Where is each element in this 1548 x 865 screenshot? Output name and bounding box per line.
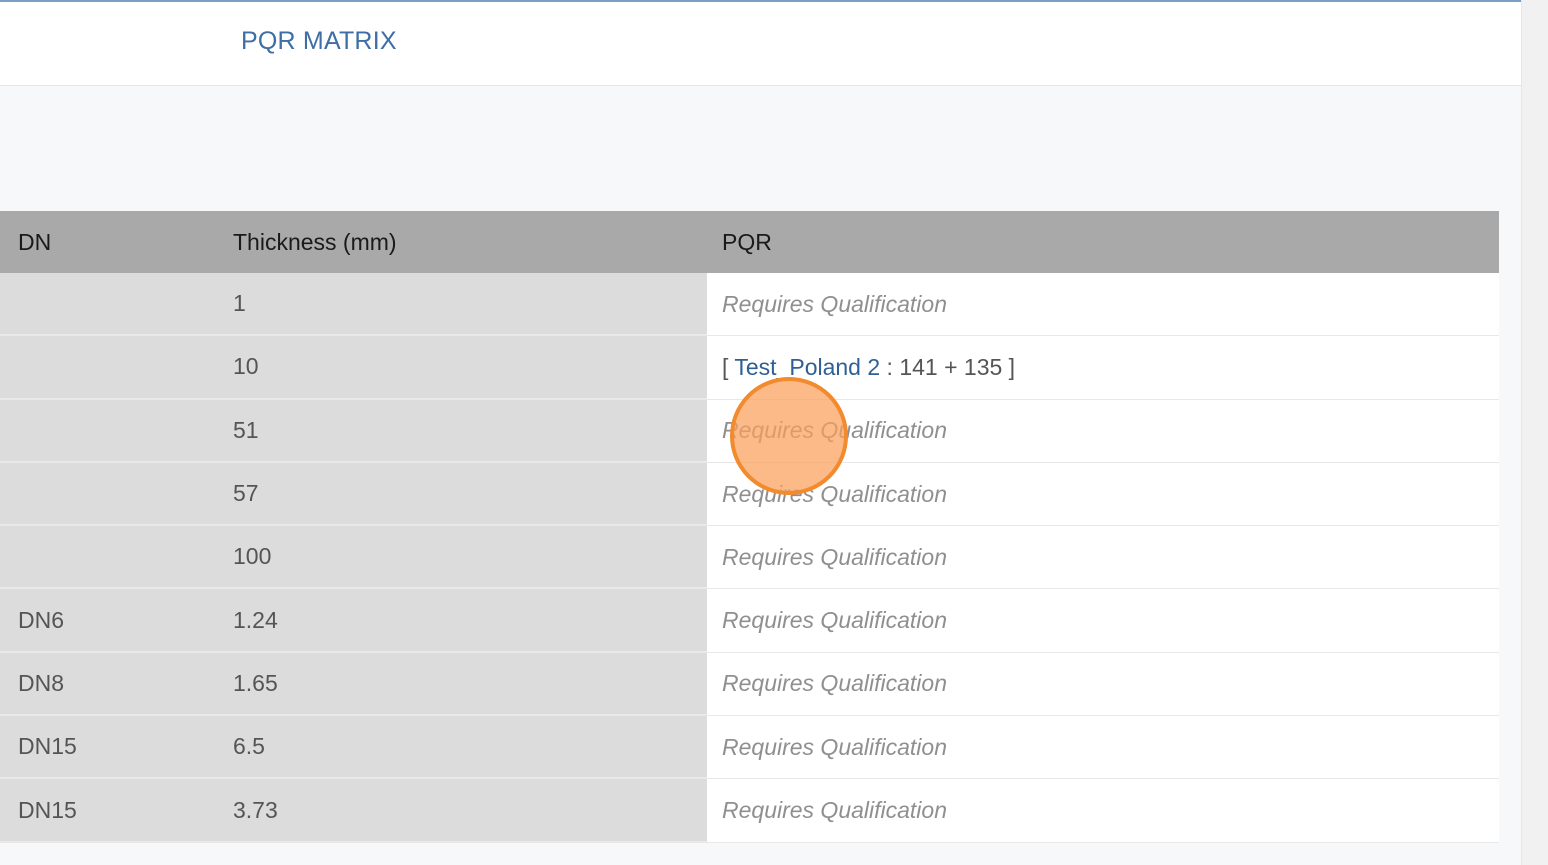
table-row: DN8 1.65 Requires Qualification bbox=[0, 652, 1499, 717]
requires-qualification-text: Requires Qualification bbox=[722, 290, 948, 317]
thickness-cell: 57 bbox=[215, 462, 707, 526]
dn-cell: DN6 bbox=[0, 589, 215, 652]
thickness-cell: 1 bbox=[215, 273, 707, 336]
pqr-cell: Requires Qualification bbox=[707, 652, 1499, 716]
pqr-entry: [ Test_Poland 2 : 141 + 135 ] bbox=[722, 354, 1015, 381]
thickness-cell: 1.24 bbox=[215, 589, 707, 652]
table-row: 10 [ Test_Poland 2 : 141 + 135 ] bbox=[0, 336, 1499, 400]
table-row: 57 Requires Qualification bbox=[0, 462, 1499, 527]
table-row: DN6 1.24 Requires Qualification bbox=[0, 589, 1499, 653]
dn-cell: DN15 bbox=[0, 779, 215, 842]
dn-cell: DN8 bbox=[0, 652, 215, 716]
table-row: 51 Requires Qualification bbox=[0, 399, 1499, 463]
thickness-cell: 51 bbox=[215, 399, 707, 462]
requires-qualification-text: Requires Qualification bbox=[722, 733, 948, 760]
pqr-cell: Requires Qualification bbox=[707, 779, 1499, 842]
top-bar: PQR MATRIX bbox=[0, 2, 1521, 86]
dn-cell bbox=[0, 273, 215, 336]
column-header-pqr[interactable]: PQR bbox=[707, 211, 1499, 273]
pqr-cell: Requires Qualification bbox=[707, 399, 1499, 462]
pqr-matrix-table: DN Thickness (mm) PQR 1 Requires Qualifi… bbox=[0, 211, 1499, 843]
table-row: DN15 3.73 Requires Qualification bbox=[0, 779, 1499, 843]
pqr-link[interactable]: Test_Poland 2 bbox=[734, 354, 880, 380]
column-header-dn[interactable]: DN bbox=[0, 211, 215, 273]
thickness-cell: 3.73 bbox=[215, 779, 707, 842]
dn-cell: DN15 bbox=[0, 716, 215, 779]
page-title-tab[interactable]: PQR MATRIX bbox=[241, 27, 397, 56]
table-row: DN15 6.5 Requires Qualification bbox=[0, 716, 1499, 780]
thickness-cell: 10 bbox=[215, 336, 707, 399]
requires-qualification-text: Requires Qualification bbox=[722, 543, 948, 570]
thickness-cell: 100 bbox=[215, 526, 707, 589]
requires-qualification-text: Requires Qualification bbox=[722, 797, 948, 824]
pqr-cell: Requires Qualification bbox=[707, 273, 1499, 336]
pqr-cell: Requires Qualification bbox=[707, 589, 1499, 652]
pqr-cell: Requires Qualification bbox=[707, 716, 1499, 779]
thickness-cell: 1.65 bbox=[215, 652, 707, 716]
dn-cell bbox=[0, 462, 215, 526]
table-row: 1 Requires Qualification bbox=[0, 273, 1499, 337]
app-window: PQR MATRIX DN Thickness (mm) PQR 1 Requi… bbox=[0, 0, 1521, 865]
dn-cell bbox=[0, 336, 215, 399]
pqr-entry-prefix: [ bbox=[722, 353, 735, 380]
requires-qualification-text: Requires Qualification bbox=[722, 480, 948, 507]
requires-qualification-text: Requires Qualification bbox=[722, 670, 948, 697]
requires-qualification-text: Requires Qualification bbox=[722, 607, 948, 634]
pqr-cell: Requires Qualification bbox=[707, 526, 1499, 589]
dn-cell bbox=[0, 526, 215, 589]
table-header-row: DN Thickness (mm) PQR bbox=[0, 211, 1499, 273]
pqr-cell: Requires Qualification bbox=[707, 462, 1499, 526]
pqr-entry-suffix: : 141 + 135 ] bbox=[880, 353, 1016, 380]
vertical-scrollbar[interactable] bbox=[1521, 0, 1548, 865]
thickness-cell: 6.5 bbox=[215, 716, 707, 779]
column-header-thickness[interactable]: Thickness (mm) bbox=[215, 211, 707, 273]
dn-cell bbox=[0, 399, 215, 462]
requires-qualification-text: Requires Qualification bbox=[722, 417, 948, 444]
table-row: 100 Requires Qualification bbox=[0, 526, 1499, 590]
pqr-cell: [ Test_Poland 2 : 141 + 135 ] bbox=[707, 336, 1499, 399]
